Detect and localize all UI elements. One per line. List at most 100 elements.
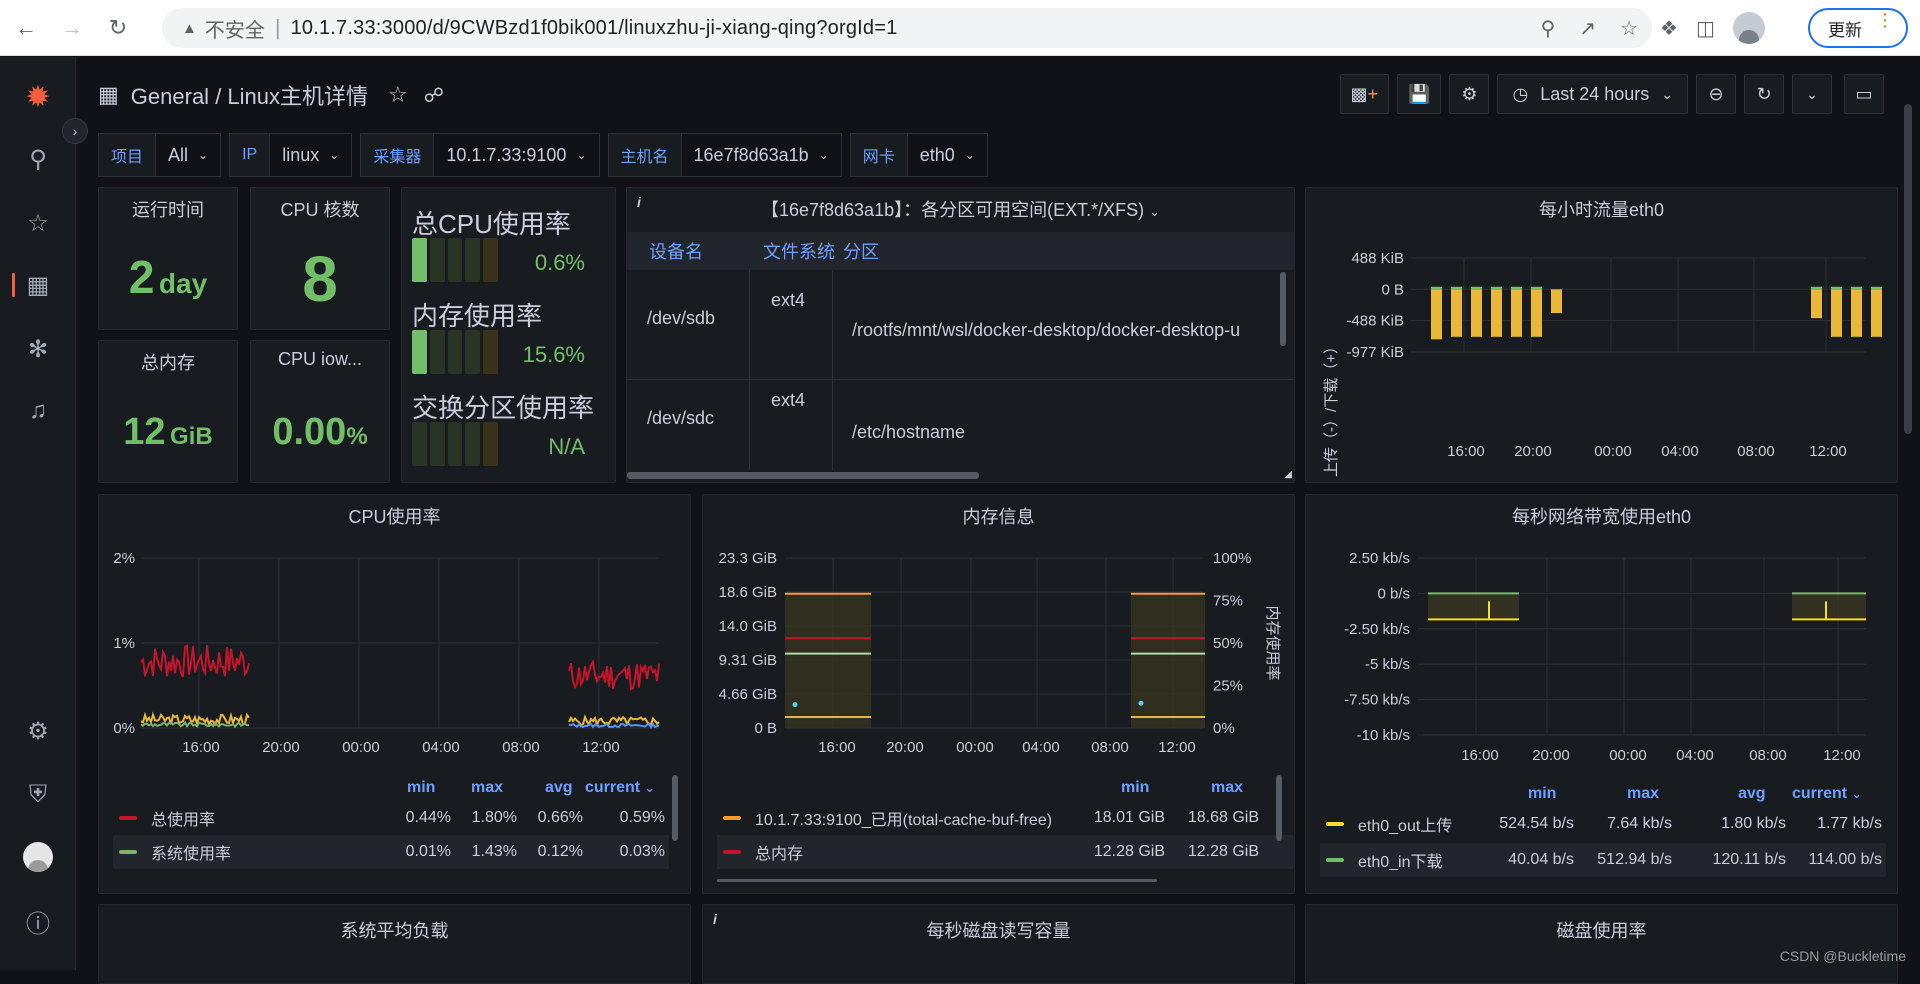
side-panel-icon[interactable]: ◫ [1696, 16, 1715, 41]
refresh-interval-button[interactable]: ⌄ [1792, 74, 1832, 114]
resize-handle-icon[interactable]: ◢ [1284, 469, 1292, 480]
update-button[interactable]: 更新 ⋮ [1808, 8, 1908, 48]
variable-select[interactable]: All⌄ [156, 133, 221, 177]
page-scrollbar[interactable] [1904, 104, 1912, 434]
time-range-picker[interactable]: ◷ Last 24 hours ⌄ [1497, 74, 1688, 114]
legend-col-min[interactable]: min [407, 779, 435, 797]
legend-col-avg[interactable]: avg [1738, 785, 1766, 803]
breadcrumb[interactable]: General / Linux主机详情 [131, 79, 368, 111]
legend-scrollbar[interactable] [672, 775, 678, 841]
starred-icon[interactable]: ☆ [0, 201, 76, 245]
x-tick-label: 04:00 [422, 739, 460, 756]
column-header[interactable]: 设备名 [649, 238, 703, 264]
reload-icon[interactable]: ↻ [98, 8, 138, 48]
dashboard-grid-icon: ▦ [98, 82, 119, 108]
legend-row[interactable]: eth0_in下载 40.04 b/s 512.94 b/s 120.11 b/… [1320, 843, 1886, 877]
panel-title[interactable]: 【16e7f8d63a1b】：各分区可用空间(EXT.*/XFS) ⌄ [627, 196, 1294, 222]
bookmark-star-icon[interactable]: ☆ [1620, 16, 1638, 41]
legend-row[interactable]: 10.1.7.33:9100_已用(total-cache-buf-free) … [717, 801, 1295, 835]
variable-select[interactable]: 10.1.7.33:9100⌄ [434, 133, 599, 177]
favorite-star-icon[interactable]: ☆ [388, 82, 408, 108]
chevron-right-icon[interactable]: › [62, 118, 88, 144]
stat-total-memory[interactable]: 总内存 12 GiB [98, 340, 238, 483]
save-button[interactable]: 💾 [1397, 74, 1441, 114]
forward-arrow-icon[interactable]: → [52, 8, 92, 48]
variable-ip[interactable]: IP linux⌄ [229, 133, 352, 177]
stat-uptime[interactable]: 运行时间 2 day [98, 187, 238, 330]
chevron-down-icon: ⌄ [965, 148, 975, 162]
memory-info-panel[interactable]: 内存信息 23.3 GiB18.6 GiB14.0 GiB9.31 GiB4.6… [702, 494, 1295, 894]
variable-project[interactable]: 项目 All⌄ [98, 133, 221, 177]
search-icon[interactable]: ⚲ [0, 137, 76, 181]
variable-hostname[interactable]: 主机名 16e7f8d63a1b⌄ [608, 133, 842, 177]
legend-row[interactable]: eth0_out上传 524.54 b/s 7.64 kb/s 1.80 kb/… [1320, 807, 1886, 841]
explore-icon[interactable]: ✻ [0, 327, 76, 371]
share-icon[interactable]: ☍ [424, 83, 444, 108]
legend-hscrollbar[interactable] [717, 879, 1157, 882]
cpu-chart: 2%1%0%16:0020:0000:0004:0008:0012:00 [99, 535, 691, 795]
chevron-down-icon: ⌄ [819, 148, 829, 162]
disk-usage-panel[interactable]: 磁盘使用率 [1305, 904, 1898, 984]
zoom-out-button[interactable]: ⊖ [1696, 74, 1736, 114]
grafana-logo-icon[interactable]: ✹ [0, 75, 76, 119]
cpu-usage-panel[interactable]: CPU使用率 2%1%0%16:0020:0000:0004:0008:0012… [98, 494, 691, 894]
disk-rw-panel[interactable]: i 每秒磁盘读写容量 [702, 904, 1295, 984]
legend-col-max[interactable]: max [1211, 779, 1243, 797]
system-load-panel[interactable]: 系统平均负载 [98, 904, 691, 984]
dashboards-icon[interactable]: ▦ [0, 263, 76, 307]
bar-gauges-panel[interactable]: 总CPU使用率 0.6% 内存使用率 15.6% 交换分区使用率 N/A [401, 187, 616, 483]
zoom-icon[interactable]: ⚲ [1541, 16, 1556, 41]
monitor-icon: ▭ [1855, 84, 1872, 105]
add-panel-button[interactable]: ▩+ [1340, 74, 1390, 114]
tv-mode-button[interactable]: ▭ [1844, 74, 1884, 114]
variable-select[interactable]: eth0⌄ [908, 133, 988, 177]
stat-cpu-cores[interactable]: CPU 核数 8 [250, 187, 390, 330]
legend-col-min[interactable]: min [1528, 785, 1556, 803]
dashboard-title[interactable]: Linux主机详情 [227, 84, 368, 109]
legend-row[interactable]: 系统使用率 0.01% 1.43% 0.12% 0.03% [113, 835, 669, 869]
shield-icon[interactable]: ⛨ [0, 773, 76, 817]
url-text[interactable]: 10.1.7.33:3000/d/9CWBzd1f0bik001/linuxzh… [291, 17, 898, 40]
variable-select[interactable]: 16e7f8d63a1b⌄ [682, 133, 842, 177]
legend-col-min[interactable]: min [1121, 779, 1149, 797]
legend-col-avg[interactable]: avg [545, 779, 573, 797]
legend-row[interactable]: 总内存 12.28 GiB 12.28 GiB [717, 835, 1295, 869]
hourly-traffic-panel[interactable]: 每小时流量eth0 488 KiB0 B-488 KiB-977 KiB16:0… [1305, 187, 1898, 483]
user-avatar[interactable] [0, 835, 76, 879]
profile-avatar[interactable] [1733, 12, 1765, 44]
legend-scrollbar[interactable] [1276, 775, 1282, 841]
back-arrow-icon[interactable]: ← [6, 8, 46, 48]
variable-nic[interactable]: 网卡 eth0⌄ [850, 133, 988, 177]
series-avg: 0.12% [538, 843, 583, 861]
upload-bar [1851, 289, 1862, 336]
extensions-icon[interactable]: ❖ [1660, 16, 1678, 41]
stat-cpu-iowait[interactable]: CPU iow... 0.00% [250, 340, 390, 483]
insecure-label[interactable]: 不安全 [205, 14, 265, 43]
legend-col-max[interactable]: max [1627, 785, 1659, 803]
x-tick-label: 12:00 [1158, 739, 1196, 756]
vertical-scrollbar[interactable] [1280, 272, 1286, 346]
alerting-bell-icon[interactable]: ♫ [0, 389, 76, 433]
network-bandwidth-panel[interactable]: 每秒网络带宽使用eth0 2.50 kb/s0 b/s-2.50 kb/s-5 … [1305, 494, 1898, 894]
legend-col-current[interactable]: current ⌄ [1792, 785, 1862, 803]
gear-icon[interactable]: ⚙ [0, 709, 76, 753]
settings-button[interactable]: ⚙ [1449, 74, 1489, 114]
legend-col-current[interactable]: current ⌄ [585, 779, 655, 797]
warning-icon[interactable]: ▲ [182, 20, 197, 37]
filesystem-table-panel[interactable]: i 【16e7f8d63a1b】：各分区可用空间(EXT.*/XFS) ⌄ 设备… [626, 187, 1295, 483]
fill-area [1428, 593, 1519, 619]
series-min: 0.44% [406, 809, 451, 827]
upload-bar [1451, 289, 1462, 336]
share-icon[interactable]: ↗ [1579, 16, 1596, 41]
column-header[interactable]: 分区 [843, 238, 879, 264]
legend-col-max[interactable]: max [471, 779, 503, 797]
variable-collector[interactable]: 采集器 10.1.7.33:9100⌄ [360, 133, 599, 177]
variable-select[interactable]: linux⌄ [270, 133, 352, 177]
help-icon[interactable]: ⓘ [0, 899, 76, 943]
address-bar[interactable]: ▲ 不安全 | 10.1.7.33:3000/d/9CWBzd1f0bik001… [162, 8, 1652, 48]
legend-row[interactable]: 总使用率 0.44% 1.80% 0.66% 0.59% [113, 801, 669, 835]
column-header[interactable]: 文件系统 [763, 238, 835, 264]
horizontal-scrollbar[interactable] [627, 472, 979, 479]
refresh-button[interactable]: ↻ [1744, 74, 1784, 114]
folder-name[interactable]: General [131, 84, 209, 109]
